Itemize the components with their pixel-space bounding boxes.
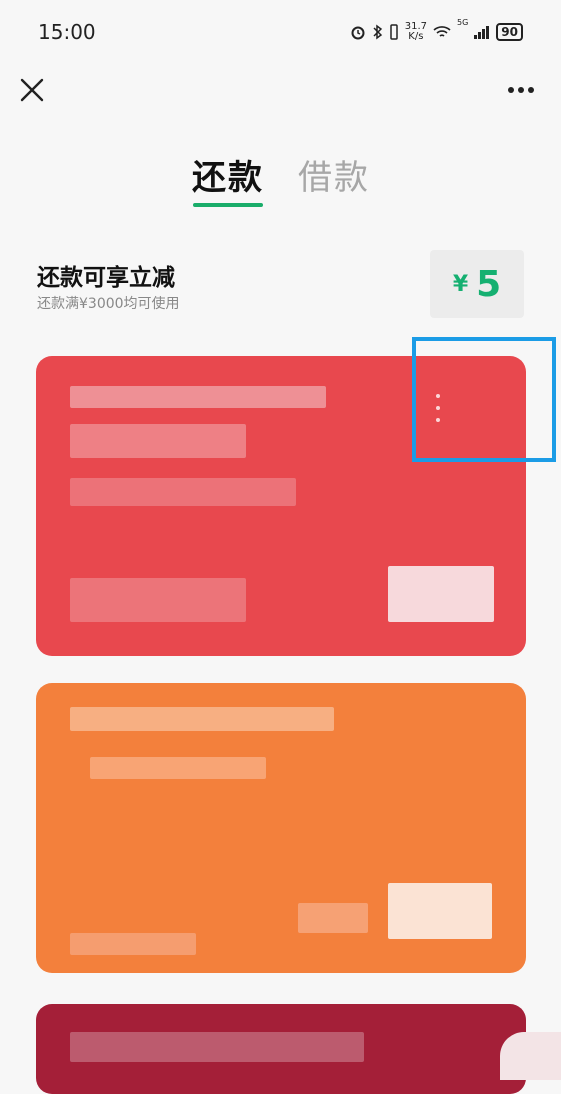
battery-icon: 90: [496, 23, 523, 41]
status-icons: 31.7 K/s 5G 90: [350, 18, 523, 46]
more-icon-dot: [508, 87, 514, 93]
coupon-amount: 5: [476, 263, 502, 305]
signal-label: 5G: [457, 18, 469, 27]
blurred-card-info: [70, 478, 296, 506]
close-icon: [20, 78, 44, 102]
wifi-icon: [433, 26, 451, 37]
blurred-card-button: [388, 883, 492, 939]
coupon-badge[interactable]: ¥ 5: [430, 250, 524, 318]
blurred-card-type: [70, 424, 246, 458]
tab-repay[interactable]: 还款: [192, 150, 264, 199]
status-bar: 15:00 31.7 K/s 5G 90: [0, 0, 561, 62]
blurred-corner: [500, 1032, 561, 1080]
promo-subtitle: 还款满¥3000均可使用: [37, 296, 180, 312]
coupon-currency: ¥: [452, 271, 469, 297]
vibrate-icon: [389, 24, 398, 40]
bank-card-maroon[interactable]: [36, 1004, 526, 1094]
tab-bar: 还款 借款: [0, 150, 561, 210]
bluetooth-icon: [373, 24, 382, 40]
bank-card-orange[interactable]: [36, 683, 526, 973]
highlight-box: [412, 337, 556, 462]
more-icon-dot: [528, 87, 534, 93]
more-button[interactable]: [503, 76, 539, 104]
blurred-card-number: [70, 578, 246, 622]
blurred-card-number: [70, 933, 196, 955]
blurred-card-type: [90, 757, 266, 779]
promo-title: 还款可享立减: [37, 265, 175, 291]
blurred-card-button: [388, 566, 494, 622]
status-time: 15:00: [38, 20, 96, 44]
close-button[interactable]: [16, 74, 48, 106]
net-speed-unit: K/s: [408, 31, 424, 42]
blurred-card-name: [70, 386, 326, 408]
tab-borrow[interactable]: 借款: [298, 150, 370, 199]
blurred-card-name: [70, 707, 334, 731]
more-icon-dot: [518, 87, 524, 93]
active-tab-indicator: [193, 203, 263, 207]
blurred-card-info: [298, 903, 368, 933]
blurred-card-name: [70, 1032, 364, 1062]
net-speed: 31.7 K/s: [405, 22, 427, 42]
alarm-icon: [351, 26, 365, 40]
signal-icon: [474, 26, 490, 39]
